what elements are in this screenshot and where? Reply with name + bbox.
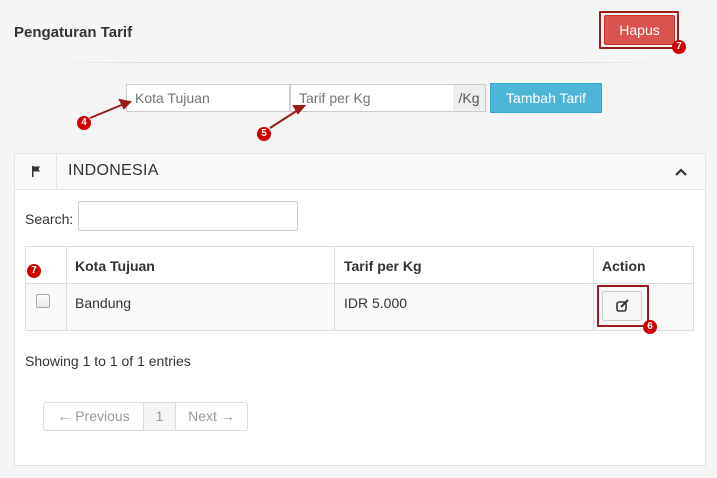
- col-divider: [334, 247, 335, 330]
- marker-6-edit: 6: [643, 320, 657, 334]
- flag-cell: [15, 154, 57, 189]
- cell-rate: IDR 5.000: [344, 295, 408, 311]
- next-page-button[interactable]: Next →: [175, 403, 247, 430]
- panel-title: INDONESIA: [68, 162, 159, 179]
- row-checkbox[interactable]: [36, 294, 50, 308]
- cell-city: Bandung: [75, 295, 132, 311]
- column-header-rate[interactable]: Tarif per Kg: [344, 258, 422, 274]
- arrow-4-head: [118, 98, 133, 110]
- marker-7-checkbox: 7: [27, 264, 41, 278]
- col-divider: [66, 247, 67, 330]
- chevron-up-icon[interactable]: [674, 166, 688, 178]
- marker-5-rate: 5: [257, 127, 271, 141]
- col-divider: [593, 247, 594, 330]
- flag-icon: [32, 166, 40, 177]
- column-header-city[interactable]: Kota Tujuan: [75, 258, 155, 274]
- column-header-action: Action: [602, 258, 646, 274]
- previous-page-button[interactable]: ← Previous: [44, 403, 143, 430]
- arrow-4: [89, 103, 125, 119]
- marker-4-city: 4: [77, 116, 91, 130]
- pagination: ← Previous 1 Next →: [43, 402, 248, 431]
- search-label: Search:: [25, 211, 74, 227]
- table-info: Showing 1 to 1 of 1 entries: [25, 353, 191, 369]
- search-input[interactable]: [78, 201, 298, 231]
- arrow-5: [269, 109, 299, 129]
- page-1-button[interactable]: 1: [143, 403, 175, 430]
- highlight-edit-button: [597, 285, 649, 327]
